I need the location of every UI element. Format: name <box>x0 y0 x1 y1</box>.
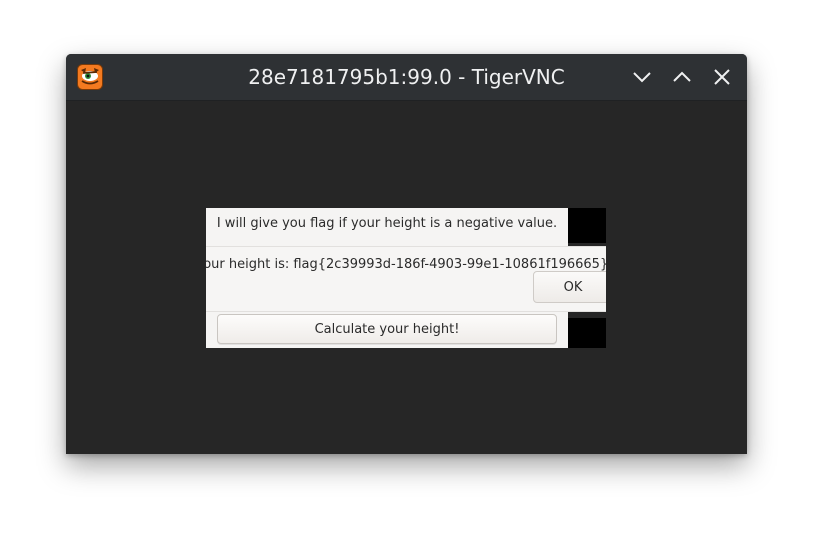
result-text: Your height is: flag{2c39993d-186f-4903-… <box>206 257 606 272</box>
remote-black-region <box>568 208 606 243</box>
vnc-window: 28e7181795b1:99.0 - TigerVNC I will give… <box>66 54 747 454</box>
close-button[interactable] <box>710 65 734 89</box>
maximize-button[interactable] <box>670 65 694 89</box>
remote-black-region <box>568 318 606 348</box>
question-label: I will give you flag if your height is a… <box>216 216 558 231</box>
chevron-up-icon <box>670 65 694 89</box>
message-dialog: Your height is: flag{2c39993d-186f-4903-… <box>206 246 606 312</box>
ok-button[interactable]: OK <box>533 271 606 303</box>
remote-desktop[interactable]: I will give you flag if your height is a… <box>206 208 606 348</box>
minimize-button[interactable] <box>630 65 654 89</box>
chevron-down-icon <box>630 65 654 89</box>
window-titlebar[interactable]: 28e7181795b1:99.0 - TigerVNC <box>66 54 747 101</box>
desktop: 28e7181795b1:99.0 - TigerVNC I will give… <box>0 0 814 534</box>
close-icon <box>710 65 734 89</box>
calculate-height-button[interactable]: Calculate your height! <box>217 314 557 344</box>
